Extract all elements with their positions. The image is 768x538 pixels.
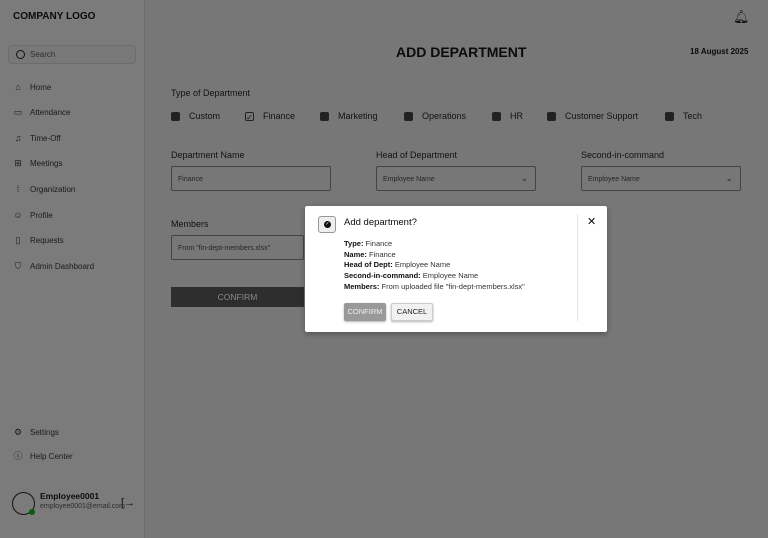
summary-row: Type: Finance (344, 239, 393, 248)
sidebar-item-help-center[interactable]: ⓘ Help Center (13, 451, 73, 461)
summary-row: Members: From uploaded file "fin-dept-me… (344, 281, 525, 291)
sidebar-item-label: Profile (30, 210, 53, 220)
select-value: Employee Name (383, 176, 435, 183)
confirm-button[interactable]: CONFIRM (171, 287, 304, 307)
dialog-cancel-button[interactable]: CANCEL (391, 303, 433, 321)
sidebar-item-label: Admin Dashboard (30, 261, 95, 271)
gear-icon: ⚙ (13, 427, 23, 437)
company-logo: COMPANY LOGO (13, 11, 96, 22)
search-icon (16, 50, 25, 59)
chevron-down-icon: ⌄ (520, 173, 528, 183)
head-label: Head of Department (376, 150, 458, 160)
help-icon: ⓘ (13, 451, 23, 461)
checkbox-label: Operations (422, 111, 467, 121)
page-title: ADD DEPARTMENT (396, 44, 527, 60)
checkbox-label: Marketing (338, 111, 378, 121)
checkbox-label: Tech (683, 111, 703, 121)
bell-icon: ♫ (14, 133, 22, 143)
confirm-dialog: ✓ Add department? ✕ Type: Finance Name: … (305, 206, 607, 332)
department-name-label: Department Name (171, 150, 245, 160)
sidebar-item-requests[interactable]: ▯ Requests (13, 235, 64, 245)
notification-bell-icon[interactable]: 🔔︎ (733, 9, 750, 25)
home-icon: ⌂ (15, 82, 21, 92)
sidebar-item-meetings[interactable]: ⊞ Meetings (13, 158, 62, 168)
sidebar-item-label: Requests (30, 235, 64, 245)
sidebar-item-home[interactable]: ⌂ Home (13, 82, 51, 92)
select-value: Employee Name (588, 176, 640, 183)
checkbox-customer-support[interactable]: Customer Support (547, 111, 638, 121)
chevron-down-icon: ⌄ (725, 173, 733, 183)
search-input[interactable]: Search (8, 45, 136, 64)
second-label: Second-in-command (581, 150, 665, 160)
sidebar-item-label: Settings (30, 427, 59, 437)
online-status-dot (29, 509, 35, 515)
video-icon: ⊞ (14, 158, 22, 168)
sidebar-item-settings[interactable]: ⚙ Settings (13, 427, 59, 437)
summary-row: Name: Finance (344, 249, 396, 259)
checkbox-label: Customer Support (565, 111, 639, 121)
checkbox-label: Finance (263, 111, 296, 121)
type-label: Type of Department (171, 88, 251, 98)
divider (577, 214, 578, 321)
second-in-command-select[interactable]: Employee Name ⌄ (581, 166, 741, 191)
sidebar-item-label: Help Center (30, 451, 73, 461)
members-label: Members (171, 219, 209, 229)
checkbox-icon (320, 111, 329, 121)
department-name-input[interactable]: Finance (171, 166, 331, 191)
checkbox-icon (665, 111, 674, 121)
checkbox-operations[interactable]: Operations (404, 111, 466, 121)
calendar-icon: ▭ (13, 107, 23, 117)
sidebar-item-label: Attendance (30, 107, 71, 117)
user-icon: ☺ (13, 210, 23, 220)
document-icon: ▯ (15, 235, 21, 245)
checkbox-icon (547, 111, 556, 121)
checkbox-icon (404, 111, 413, 121)
sidebar-item-label: Meetings (30, 158, 63, 168)
sidebar-item-label: Time-Off (30, 133, 61, 143)
summary-row: Head of Dept: Employee Name (344, 260, 451, 270)
head-of-department-select[interactable]: Employee Name ⌄ (376, 166, 536, 191)
check-circle-icon: ✓ (318, 216, 336, 233)
sidebar-item-admin-dashboard[interactable]: ⛉ Admin Dashboard (13, 261, 94, 271)
checkbox-hr[interactable]: HR (492, 111, 523, 121)
logout-icon[interactable]: [→ (121, 497, 135, 509)
sidebar: COMPANY LOGO Search ⌂ Home ▭ Attendance ♫ T… (0, 0, 145, 538)
current-date: 18 August 2025 (690, 47, 749, 56)
user-name: Employee0001 (40, 491, 100, 501)
sidebar-item-attendance[interactable]: ▭ Attendance (13, 107, 71, 117)
checkmark-icon: ✓ (245, 111, 254, 122)
checkbox-icon (171, 111, 180, 121)
sidebar-item-time-off[interactable]: ♫ Time-Off (13, 133, 61, 143)
summary-row: Second-in-command: Employee Name (344, 271, 479, 281)
close-icon[interactable]: ✕ (587, 215, 596, 228)
members-upload-input[interactable]: From "fin-dept-members.xlsx" (171, 235, 304, 260)
sidebar-item-organization[interactable]: ⁞ Organization (13, 184, 76, 194)
checkbox-marketing[interactable]: Marketing (320, 111, 378, 121)
sidebar-item-label: Home (30, 82, 52, 92)
dialog-title: Add department? (344, 217, 417, 228)
sidebar-item-profile[interactable]: ☺ Profile (13, 210, 53, 220)
dialog-confirm-button[interactable]: CONFIRM (344, 303, 386, 321)
checkbox-icon (492, 111, 501, 121)
checkbox-custom[interactable]: Custom (171, 111, 220, 121)
search-placeholder: Search (30, 50, 56, 59)
checkbox-label: Custom (189, 111, 221, 121)
dialog-summary: Type: Finance Name: Finance Head of Dept… (344, 239, 525, 293)
grid-icon: ⁞ (16, 184, 20, 194)
sidebar-item-label: Organization (30, 184, 76, 194)
checkbox-finance[interactable]: ✓ Finance (245, 111, 296, 122)
checkbox-label: HR (510, 111, 523, 121)
checkbox-tech[interactable]: Tech (665, 111, 702, 121)
shield-icon: ⛉ (14, 261, 22, 271)
user-email: employee0001@email.com (40, 503, 125, 510)
